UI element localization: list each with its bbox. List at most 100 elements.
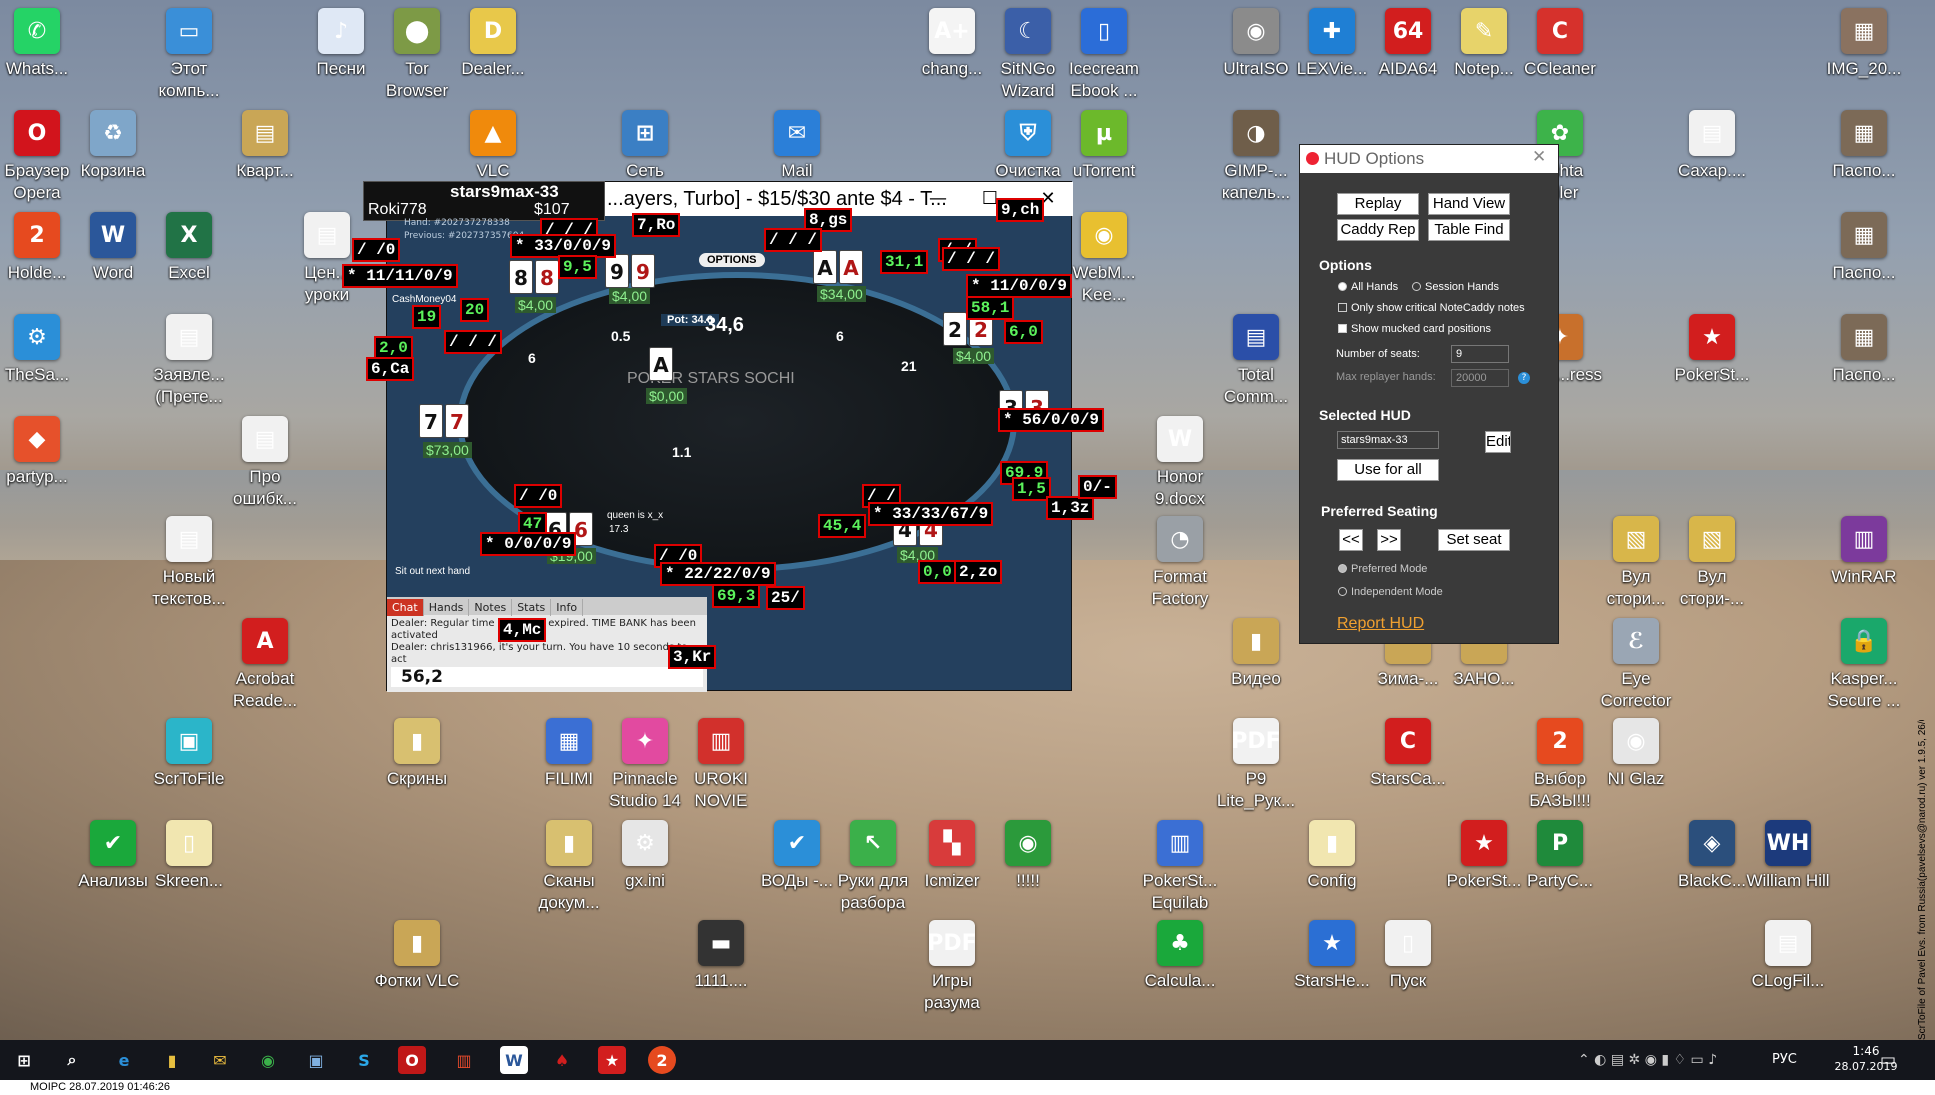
desktop-icon[interactable]: ♻ Корзина (70, 110, 156, 182)
hud-options-window[interactable]: HUD Options ✕ Replay Hand View Caddy Rep… (1299, 144, 1559, 644)
hud-stat[interactable]: * 22/22/0/9 (660, 562, 776, 586)
hud-stat[interactable]: * 33/33/67/9 (868, 502, 994, 526)
hud-stat[interactable]: / /0 (514, 484, 563, 508)
desktop-icon[interactable]: 2 Выбор БАЗЫ!!! (1517, 718, 1603, 812)
hud-stat[interactable]: 2,zo (954, 560, 1003, 584)
desktop-icon[interactable]: ♣ Calcula... (1137, 920, 1223, 992)
desktop-icon[interactable]: C CCleaner (1517, 8, 1603, 80)
desktop-icon[interactable]: ◉!!!!! (985, 820, 1071, 892)
table-find-button[interactable]: Table Find (1428, 219, 1510, 241)
desktop-icon[interactable]: A Acrobat Reade... (222, 618, 308, 712)
desktop-icon[interactable]: ▮ Config (1289, 820, 1375, 892)
hud-stat[interactable]: / / / (942, 247, 1001, 271)
desktop-icon[interactable]: ◈ BlackC... (1669, 820, 1755, 892)
desktop-icon[interactable]: ✚ LEXVie... (1289, 8, 1375, 80)
desktop-icon[interactable]: ▤ Сахар.... (1669, 110, 1755, 182)
search-icon[interactable]: ⌕ (58, 1046, 86, 1074)
desktop-icon[interactable]: ▤ Кварт... (222, 110, 308, 182)
report-hud-link[interactable]: Report HUD (1337, 615, 1424, 633)
check-critical-notes[interactable]: Only show critical NoteCaddy notes (1338, 302, 1525, 314)
desktop-icon[interactable]: A+ chang... (909, 8, 995, 80)
hud-stat[interactable]: 20 (460, 298, 490, 322)
explorer-icon[interactable]: ▮ (158, 1046, 186, 1074)
check-mucked-cards[interactable]: Show mucked card positions (1338, 323, 1491, 335)
desktop-icon[interactable]: PDF P9 Lite_Рук... (1213, 718, 1299, 812)
desktop-icon[interactable]: WH William Hill (1745, 820, 1831, 892)
desktop-icon[interactable]: 🔒 Kasper... Secure ... (1821, 618, 1907, 712)
holdem-icon[interactable]: 2 (648, 1046, 676, 1074)
desktop-icon[interactable]: ◉ NI Glaz (1593, 718, 1679, 790)
hud-stat[interactable]: 3,Kr (668, 645, 717, 669)
desktop-icon[interactable]: ⛨ Очистка (985, 110, 1071, 182)
desktop-icon[interactable]: ▤ Новый текстов... (146, 516, 232, 610)
desktop-icon[interactable]: ▣ ScrToFile (146, 718, 232, 790)
replay-button[interactable]: Replay (1337, 193, 1419, 215)
hud-stat[interactable]: 31,1 (880, 250, 929, 274)
desktop-icon[interactable]: ⬤ Tor Browser (374, 8, 460, 102)
desktop-icon[interactable]: ▮ Фотки VLC (374, 920, 460, 992)
desktop-icon[interactable]: ▚ Icmizer (909, 820, 995, 892)
radio-session-hands[interactable]: Session Hands (1412, 281, 1499, 293)
desktop-icon[interactable]: ▥ UROKI NOVIE (678, 718, 764, 812)
opera-icon[interactable]: O (398, 1046, 426, 1074)
tab-stats[interactable]: Stats (512, 599, 552, 616)
seats-select[interactable]: 9 (1451, 345, 1509, 363)
start-windows-icon[interactable]: ⊞ (10, 1046, 38, 1074)
desktop-icon[interactable]: ▮ Сканы докум... (526, 820, 612, 914)
desktop-icon[interactable]: ★ PokerSt... (1441, 820, 1527, 892)
tab-info[interactable]: Info (551, 599, 584, 616)
desktop-icon[interactable]: ◉ UltraISO (1213, 8, 1299, 80)
desktop-icon[interactable]: ℰ Eye Corrector (1593, 618, 1679, 712)
desktop-icon[interactable]: ▧ Вул стори-... (1669, 516, 1755, 610)
desktop-icon[interactable]: ◆ partyp... (0, 416, 80, 488)
hud-stat[interactable]: 0,0 (918, 560, 957, 584)
hud-stat[interactable]: 9,ch (996, 198, 1045, 222)
word-icon[interactable]: W (500, 1046, 528, 1074)
app-icon[interactable]: ▣ (302, 1046, 330, 1074)
desktop-icon[interactable]: ⊞ Сеть (602, 110, 688, 182)
hud-stat[interactable]: 1,3z (1046, 496, 1095, 520)
desktop-icon[interactable]: ▥ WinRAR (1821, 516, 1907, 588)
radio-all-hands[interactable]: All Hands (1338, 281, 1398, 293)
hud-stat[interactable]: 9,5 (558, 255, 597, 279)
desktop-icon[interactable]: ♪ Песни (298, 8, 384, 80)
desktop-icon[interactable]: ✦ Pinnacle Studio 14 (602, 718, 688, 812)
desktop-icon[interactable]: ✉ Mail (754, 110, 840, 182)
language-indicator[interactable]: РУС (1772, 1052, 1797, 1067)
desktop-icon[interactable]: ✔ Анализы (70, 820, 156, 892)
hud-stat[interactable]: / / / (444, 330, 503, 354)
desktop-icon[interactable]: ▤ Total Comm... (1213, 314, 1299, 408)
desktop-icon[interactable]: W Honor 9.docx (1137, 416, 1223, 510)
hud-stat[interactable]: 7,Ro (632, 213, 681, 237)
desktop-icon[interactable]: PDF Игры разума (909, 920, 995, 1014)
edge-icon[interactable]: e (110, 1046, 138, 1074)
chrome-icon[interactable]: ◉ (254, 1046, 282, 1074)
app-icon-2[interactable]: ▥ (450, 1046, 478, 1074)
desktop-icon[interactable]: ✎ Notep... (1441, 8, 1527, 80)
desktop-icon[interactable]: ▦ Паспо... (1821, 110, 1907, 182)
hud-stat[interactable]: 6,Ca (366, 357, 415, 381)
desktop-icon[interactable]: ▦ IMG_20... (1821, 8, 1907, 80)
next-seat-button[interactable]: >> (1377, 529, 1401, 551)
starscaddy-icon[interactable]: ★ (598, 1046, 626, 1074)
help-icon[interactable]: ? (1518, 372, 1530, 384)
desktop-icon[interactable]: W Word (70, 212, 156, 284)
desktop-icon[interactable]: ▭ Этот компь... (146, 8, 232, 102)
desktop-icon[interactable]: ★ StarsHe... (1289, 920, 1375, 992)
prev-seat-button[interactable]: << (1339, 529, 1363, 551)
desktop-icon[interactable]: ◑ GIMP-... капель... (1213, 110, 1299, 204)
hud-stat[interactable]: * 0/0/0/9 (480, 532, 577, 556)
skype-icon[interactable]: S (350, 1046, 378, 1074)
hud-stat[interactable]: 45,4 (818, 514, 867, 538)
tab-notes[interactable]: Notes (469, 599, 513, 616)
desktop-icon[interactable]: D Dealer... (450, 8, 536, 80)
desktop-icon[interactable]: ⚙ gx.ini (602, 820, 688, 892)
desktop-icon[interactable]: ✆ Whats... (0, 8, 80, 80)
desktop-icon[interactable]: ▯ Пуск (1365, 920, 1451, 992)
close-icon[interactable]: ✕ (1532, 147, 1546, 167)
hud-stat[interactable]: / /0 (352, 238, 401, 262)
hud-stat[interactable]: * 11/11/0/9 (342, 264, 458, 288)
sit-out-checkbox[interactable]: Sit out next hand (395, 566, 470, 577)
set-seat-button[interactable]: Set seat (1438, 529, 1510, 551)
desktop-icon[interactable]: ▮ Скрины (374, 718, 460, 790)
